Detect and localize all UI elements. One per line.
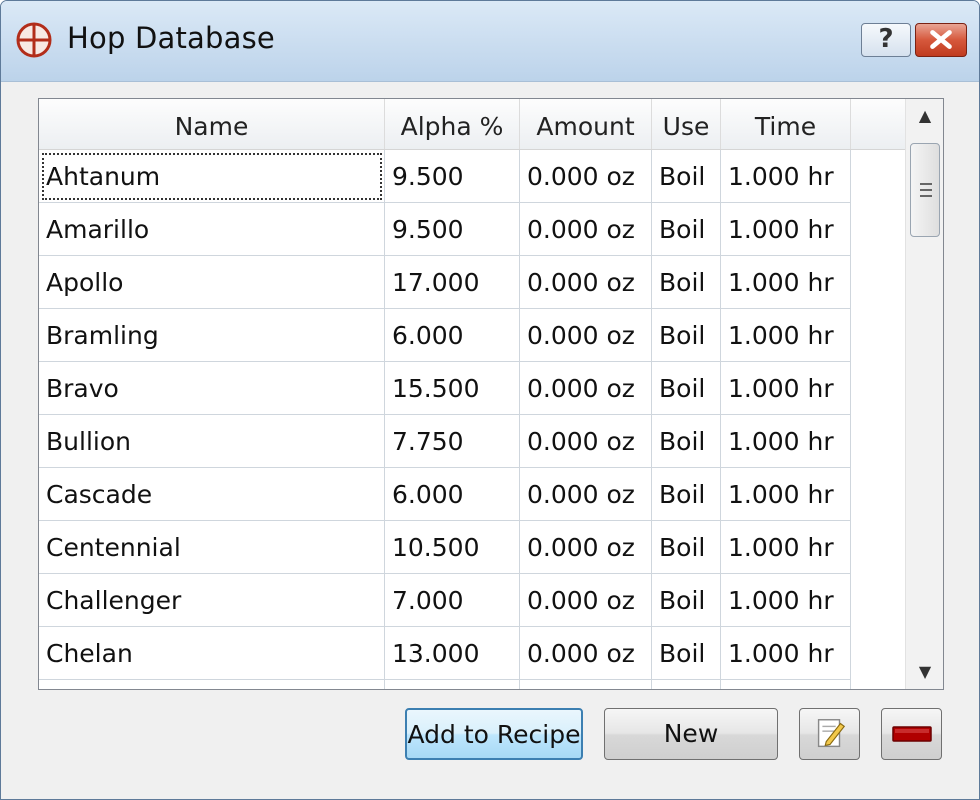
table-row[interactable]: Chelan 13.000 0.000 oz Boil 1.000 hr bbox=[39, 627, 905, 680]
column-header-time[interactable]: Time bbox=[721, 99, 851, 149]
empty-cell bbox=[721, 680, 851, 689]
cell-time[interactable]: 1.000 hr bbox=[721, 574, 851, 627]
cell-use[interactable]: Boil bbox=[652, 309, 721, 362]
empty-cell bbox=[652, 680, 721, 689]
cell-alpha[interactable]: 9.500 bbox=[385, 203, 520, 256]
cell-amount[interactable]: 0.000 oz bbox=[520, 309, 652, 362]
table-row[interactable]: Bullion 7.750 0.000 oz Boil 1.000 hr bbox=[39, 415, 905, 468]
cell-name[interactable]: Amarillo bbox=[39, 203, 385, 256]
empty-cell bbox=[39, 680, 385, 689]
table-row[interactable]: Ahtanum 9.500 0.000 oz Boil 1.000 hr bbox=[39, 150, 905, 203]
cell-name[interactable]: Apollo bbox=[39, 256, 385, 309]
cell-time[interactable]: 1.000 hr bbox=[721, 415, 851, 468]
scroll-down-icon[interactable]: ▼ bbox=[906, 657, 943, 687]
cell-time[interactable]: 1.000 hr bbox=[721, 627, 851, 680]
cell-alpha[interactable]: 9.500 bbox=[385, 150, 520, 203]
cell-alpha[interactable]: 10.500 bbox=[385, 521, 520, 574]
cell-time[interactable]: 1.000 hr bbox=[721, 256, 851, 309]
table-row[interactable]: Apollo 17.000 0.000 oz Boil 1.000 hr bbox=[39, 256, 905, 309]
cell-time[interactable]: 1.000 hr bbox=[721, 150, 851, 203]
cell-amount[interactable]: 0.000 oz bbox=[520, 521, 652, 574]
grip-line bbox=[920, 189, 932, 191]
cell-amount[interactable]: 0.000 oz bbox=[520, 627, 652, 680]
cell-name[interactable]: Challenger bbox=[39, 574, 385, 627]
cell-time[interactable]: 1.000 hr bbox=[721, 203, 851, 256]
cell-time[interactable]: 1.000 hr bbox=[721, 521, 851, 574]
hop-database-window: Hop Database ? Name Alpha % Amount Use T… bbox=[0, 0, 980, 800]
cell-amount[interactable]: 0.000 oz bbox=[520, 256, 652, 309]
table-header: Name Alpha % Amount Use Time bbox=[39, 99, 905, 150]
cell-use[interactable]: Boil bbox=[652, 150, 721, 203]
cell-time[interactable]: 1.000 hr bbox=[721, 309, 851, 362]
cell-alpha[interactable]: 6.000 bbox=[385, 468, 520, 521]
table-row-partial bbox=[39, 680, 905, 689]
cell-amount[interactable]: 0.000 oz bbox=[520, 574, 652, 627]
column-header-name[interactable]: Name bbox=[39, 99, 385, 149]
cell-alpha[interactable]: 7.000 bbox=[385, 574, 520, 627]
cell-name[interactable]: Centennial bbox=[39, 521, 385, 574]
cell-amount[interactable]: 0.000 oz bbox=[520, 415, 652, 468]
cell-amount[interactable]: 0.000 oz bbox=[520, 150, 652, 203]
column-header-alpha[interactable]: Alpha % bbox=[385, 99, 520, 149]
empty-cell bbox=[520, 680, 652, 689]
cell-use[interactable]: Boil bbox=[652, 574, 721, 627]
cell-alpha[interactable]: 15.500 bbox=[385, 362, 520, 415]
cell-alpha[interactable]: 13.000 bbox=[385, 627, 520, 680]
table-row[interactable]: Cascade 6.000 0.000 oz Boil 1.000 hr bbox=[39, 468, 905, 521]
table-row[interactable]: Amarillo 9.500 0.000 oz Boil 1.000 hr bbox=[39, 203, 905, 256]
column-header-amount[interactable]: Amount bbox=[520, 99, 652, 149]
cell-name[interactable]: Bullion bbox=[39, 415, 385, 468]
table-row[interactable]: Centennial 10.500 0.000 oz Boil 1.000 hr bbox=[39, 521, 905, 574]
hop-table: Name Alpha % Amount Use Time Ahtanum 9.50… bbox=[38, 98, 944, 690]
window-title: Hop Database bbox=[67, 21, 275, 55]
close-button[interactable] bbox=[915, 23, 967, 57]
remove-button[interactable] bbox=[881, 708, 942, 760]
cell-use[interactable]: Boil bbox=[652, 521, 721, 574]
cell-use[interactable]: Boil bbox=[652, 627, 721, 680]
close-icon bbox=[930, 30, 952, 49]
column-header-use[interactable]: Use bbox=[652, 99, 721, 149]
help-button[interactable]: ? bbox=[861, 23, 911, 57]
table-body: Ahtanum 9.500 0.000 oz Boil 1.000 hr Amarillo… bbox=[39, 150, 905, 689]
cell-alpha[interactable]: 7.750 bbox=[385, 415, 520, 468]
cell-name[interactable]: Bramling bbox=[39, 309, 385, 362]
cell-use[interactable]: Boil bbox=[652, 468, 721, 521]
new-button[interactable]: New bbox=[604, 708, 778, 760]
cell-name[interactable]: Chelan bbox=[39, 627, 385, 680]
cell-amount[interactable]: 0.000 oz bbox=[520, 203, 652, 256]
scroll-thumb[interactable] bbox=[910, 143, 940, 237]
app-crosshair-icon bbox=[16, 22, 52, 58]
cell-time[interactable]: 1.000 hr bbox=[721, 468, 851, 521]
empty-cell bbox=[385, 680, 520, 689]
table-row[interactable]: Bramling 6.000 0.000 oz Boil 1.000 hr bbox=[39, 309, 905, 362]
cell-amount[interactable]: 0.000 oz bbox=[520, 362, 652, 415]
scroll-up-icon[interactable]: ▲ bbox=[906, 101, 943, 131]
vertical-scrollbar[interactable]: ▲ ▼ bbox=[905, 99, 943, 689]
edit-icon bbox=[817, 719, 845, 748]
cell-use[interactable]: Boil bbox=[652, 362, 721, 415]
cell-alpha[interactable]: 17.000 bbox=[385, 256, 520, 309]
cell-time[interactable]: 1.000 hr bbox=[721, 362, 851, 415]
cell-alpha[interactable]: 6.000 bbox=[385, 309, 520, 362]
table-row[interactable]: Challenger 7.000 0.000 oz Boil 1.000 hr bbox=[39, 574, 905, 627]
remove-icon bbox=[891, 726, 932, 742]
cell-name[interactable]: Ahtanum bbox=[39, 150, 385, 203]
cell-amount[interactable]: 0.000 oz bbox=[520, 468, 652, 521]
cell-use[interactable]: Boil bbox=[652, 256, 721, 309]
add-to-recipe-button[interactable]: Add to Recipe bbox=[405, 708, 583, 760]
edit-button[interactable] bbox=[799, 708, 860, 760]
cell-use[interactable]: Boil bbox=[652, 415, 721, 468]
grip-line bbox=[920, 195, 932, 197]
cell-name[interactable]: Bravo bbox=[39, 362, 385, 415]
grip-line bbox=[920, 183, 932, 185]
cell-use[interactable]: Boil bbox=[652, 203, 721, 256]
dialog-body: Name Alpha % Amount Use Time Ahtanum 9.50… bbox=[9, 82, 971, 793]
title-bar[interactable]: Hop Database ? bbox=[1, 1, 979, 82]
cell-name[interactable]: Cascade bbox=[39, 468, 385, 521]
table-row[interactable]: Bravo 15.500 0.000 oz Boil 1.000 hr bbox=[39, 362, 905, 415]
